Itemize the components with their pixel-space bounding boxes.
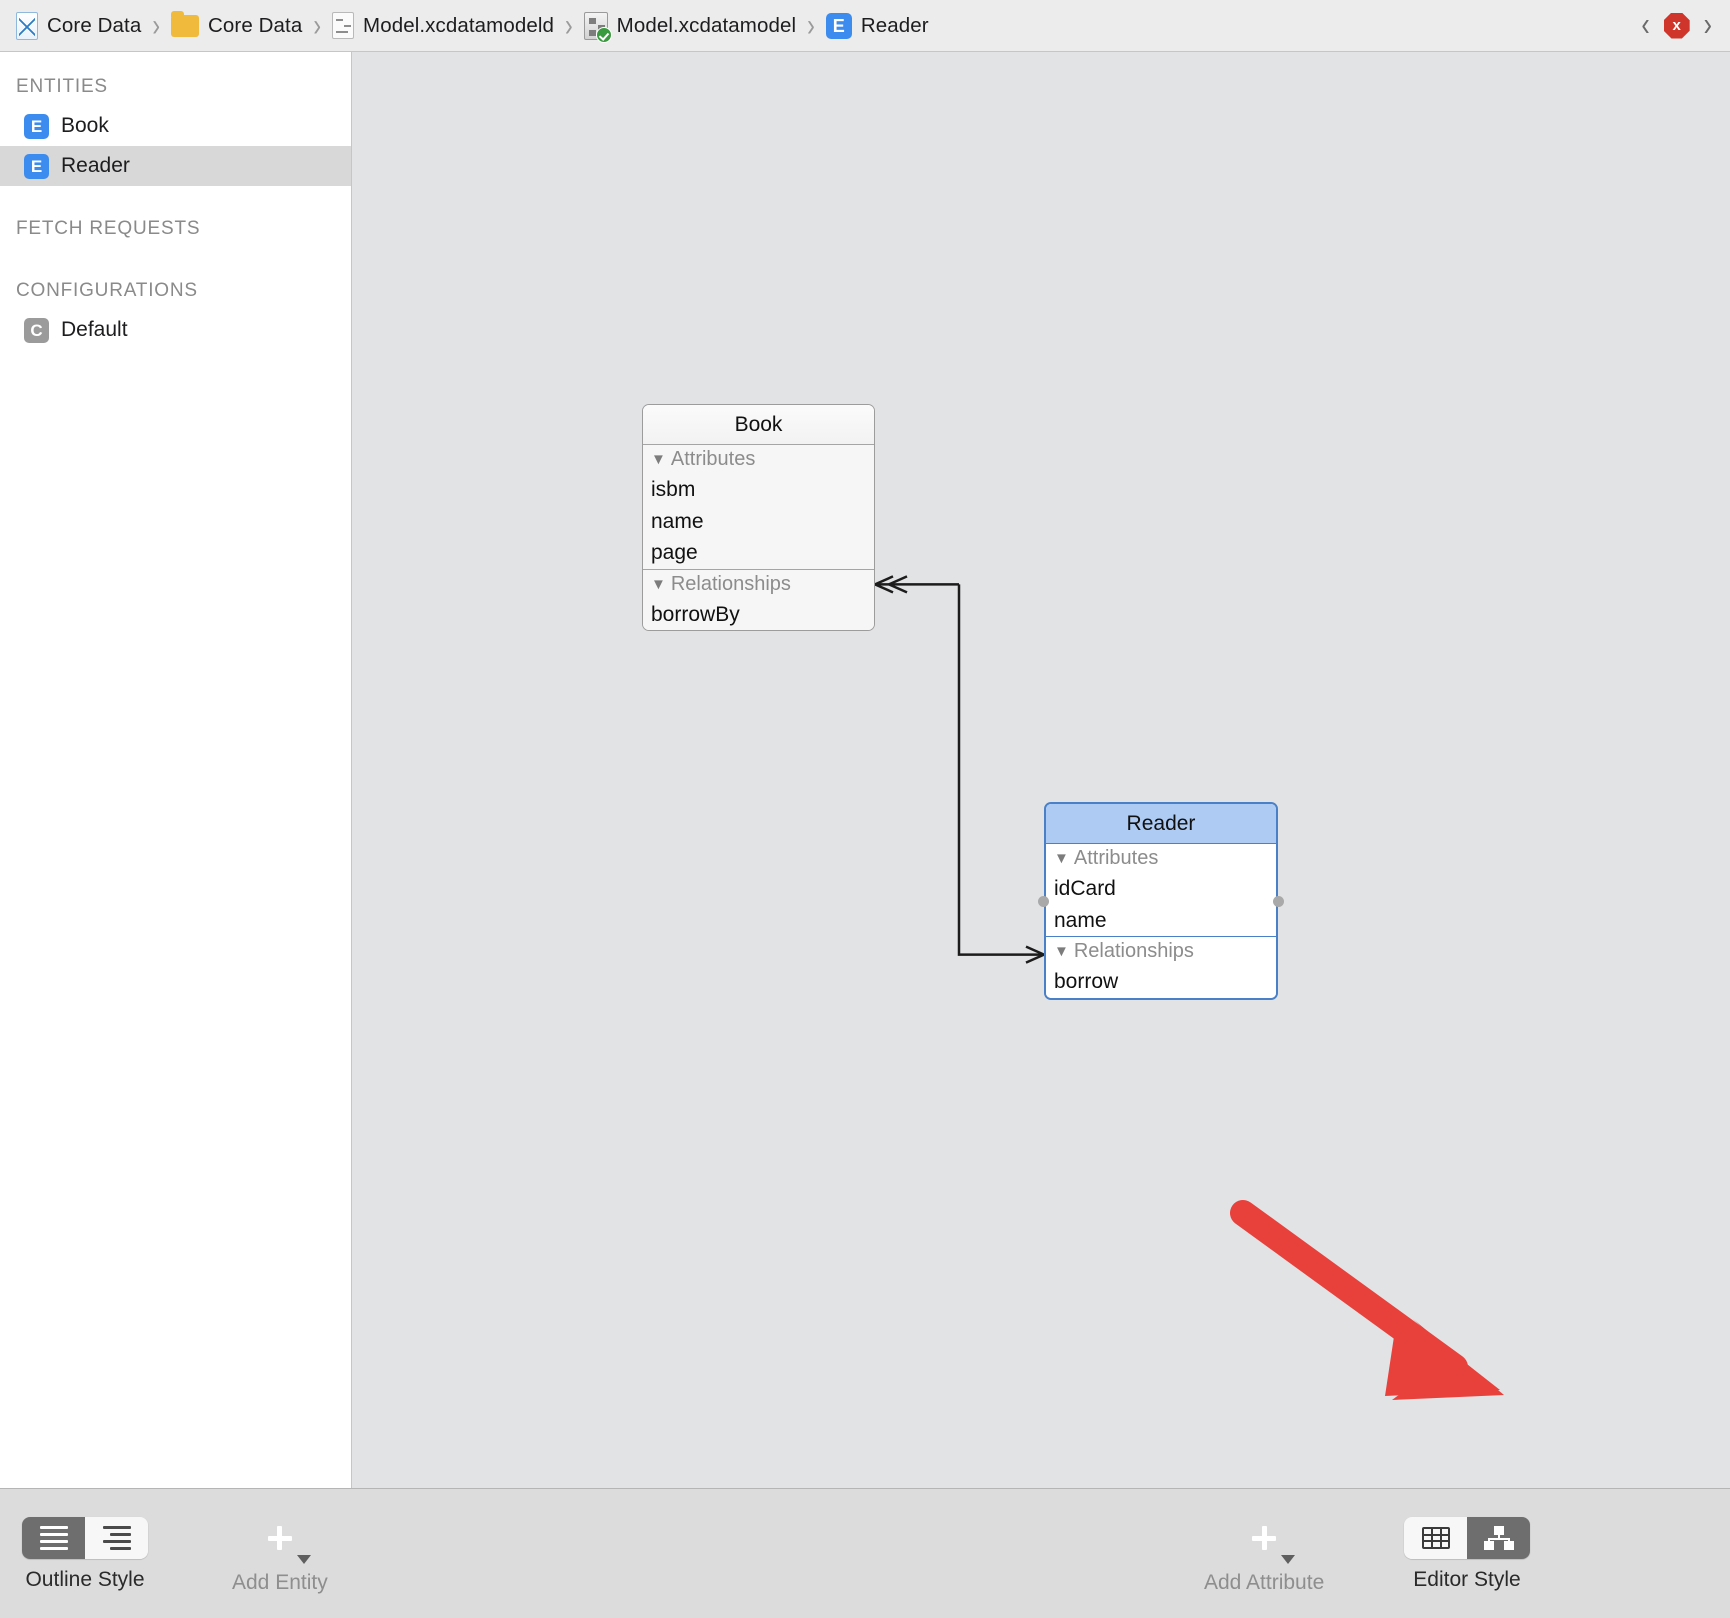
resize-handle-left[interactable] [1038, 895, 1049, 907]
add-entity-label: Add Entity [232, 1571, 328, 1594]
breadcrumb-separator-icon: › [313, 7, 322, 43]
chevron-down-icon[interactable] [1281, 1555, 1296, 1564]
entity-icon: E [24, 153, 49, 179]
error-badge-icon[interactable]: x [1663, 12, 1690, 39]
attribute-row[interactable]: idCard [1046, 873, 1276, 905]
sidebar-item-book[interactable]: E Book [0, 106, 351, 146]
chevron-down-icon[interactable]: ▼ [651, 452, 666, 467]
entity-attributes-group: ▼ Attributes idCard name [1046, 844, 1276, 938]
entity-box-book[interactable]: Book ▼ Attributes isbm name page ▼ Relat… [642, 404, 875, 632]
section-header-configurations: CONFIGURATIONS [16, 280, 198, 301]
section-header-fetch-requests: FETCH REQUESTS [16, 218, 201, 239]
entity-box-inner: Reader ▼ Attributes idCard name ▼ Relati… [1044, 802, 1278, 1000]
entity-box-title: Reader [1046, 804, 1276, 844]
editor-style-segmented-control[interactable] [1404, 1517, 1530, 1559]
attributes-section-label: Attributes [1073, 847, 1159, 869]
editor-bottom-toolbar: Outline Style Add Entity Add Attribute E… [0, 1488, 1730, 1618]
editor-style-label: Editor Style [1413, 1568, 1521, 1591]
navigate-forward-icon[interactable]: › [1704, 8, 1712, 43]
editor-style-graph-button[interactable] [1467, 1517, 1530, 1559]
breadcrumb-separator-icon: › [152, 7, 161, 43]
attribute-row[interactable]: name [643, 506, 874, 538]
add-attribute-label: Add Attribute [1204, 1571, 1325, 1594]
entity-relationships-group: ▼ Relationships borrowBy [643, 569, 874, 631]
breadcrumb-item-xcdatamodel[interactable]: Model.xcdatamodel [582, 11, 798, 43]
breadcrumb-bar: Core Data › Core Data › Model.xcdatamode… [0, 0, 1730, 52]
breadcrumb-separator-icon: › [807, 7, 815, 43]
breadcrumb-item-xcdatamodeld[interactable]: Model.xcdatamodeld [330, 12, 556, 39]
outline-style-flat-button[interactable] [22, 1517, 85, 1559]
relationship-row[interactable]: borrow [1046, 966, 1276, 998]
graph-hierarchy-icon [1483, 1526, 1514, 1550]
relationships-section-header[interactable]: ▼ Relationships [643, 570, 874, 599]
entity-graph-canvas[interactable]: Book ▼ Attributes isbm name page ▼ Relat… [352, 52, 1730, 1488]
outline-style-control-group: Outline Style [22, 1517, 148, 1590]
breadcrumb-label: Model.xcdatamodeld [363, 13, 554, 37]
sidebar-item-label: Default [61, 318, 128, 341]
current-version-check-icon [595, 26, 612, 43]
add-attribute-button[interactable] [1240, 1514, 1296, 1564]
hierarchical-list-icon [102, 1526, 131, 1550]
configuration-icon: C [24, 317, 49, 343]
breadcrumb-label: Reader [860, 13, 929, 37]
outline-style-hierarchical-button[interactable] [85, 1517, 148, 1559]
breadcrumb-label: Core Data [47, 13, 142, 37]
sidebar-item-default[interactable]: C Default [0, 310, 351, 350]
breadcrumb-right-controls: ‹ x › [1641, 8, 1716, 42]
editor-body: ENTITIES E Book E Reader FETCH REQUESTS … [0, 52, 1730, 1488]
editor-style-control-group: Editor Style [1404, 1517, 1530, 1590]
section-header-entities: ENTITIES [16, 76, 108, 97]
navigate-back-icon[interactable]: ‹ [1641, 8, 1649, 43]
entity-attributes-group: ▼ Attributes isbm name page [643, 445, 874, 570]
entity-icon: E [825, 12, 852, 39]
resize-handle-right[interactable] [1273, 895, 1284, 907]
attribute-row[interactable]: isbm [643, 474, 874, 506]
chevron-down-icon[interactable]: ▼ [1054, 944, 1069, 959]
attribute-row[interactable]: page [643, 537, 874, 569]
entity-box-inner: Book ▼ Attributes isbm name page ▼ Relat… [642, 404, 875, 632]
breadcrumb-label: Model.xcdatamodel [616, 13, 797, 37]
entity-box-reader[interactable]: Reader ▼ Attributes idCard name ▼ Relati… [1038, 802, 1284, 1000]
editor-style-table-button[interactable] [1404, 1517, 1467, 1559]
chevron-down-icon[interactable] [296, 1555, 311, 1564]
xcode-project-icon [16, 11, 38, 40]
attributes-section-header[interactable]: ▼ Attributes [1046, 844, 1276, 873]
outline-style-segmented-control[interactable] [22, 1517, 148, 1559]
breadcrumb: Core Data › Core Data › Model.xcdatamode… [14, 7, 1641, 43]
relationships-section-label: Relationships [1073, 940, 1194, 963]
sidebar-item-label: Reader [61, 154, 130, 177]
chevron-down-icon[interactable]: ▼ [651, 577, 666, 592]
relationship-connector [874, 575, 1045, 964]
folder-icon [171, 10, 200, 37]
add-entity-button[interactable] [256, 1514, 311, 1564]
relationship-row[interactable]: borrowBy [643, 599, 874, 631]
attributes-section-label: Attributes [670, 448, 756, 470]
chevron-down-icon[interactable]: ▼ [1054, 851, 1069, 866]
sidebar-item-label: Book [61, 114, 109, 137]
breadcrumb-item-entity[interactable]: E Reader [824, 12, 931, 39]
entity-icon: E [24, 113, 49, 139]
xcode-core-data-editor-window: Core Data › Core Data › Model.xcdatamode… [0, 0, 1730, 1618]
entity-relationships-group: ▼ Relationships borrow [1046, 937, 1276, 998]
sidebar-item-reader[interactable]: E Reader [0, 146, 351, 186]
breadcrumb-item-folder[interactable]: Core Data [169, 10, 304, 38]
model-outline-sidebar: ENTITIES E Book E Reader FETCH REQUESTS … [0, 52, 352, 1488]
relationships-section-label: Relationships [670, 572, 791, 595]
breadcrumb-separator-icon: › [565, 7, 573, 43]
breadcrumb-item-project[interactable]: Core Data [14, 11, 143, 40]
attributes-section-header[interactable]: ▼ Attributes [643, 445, 874, 474]
breadcrumb-label: Core Data [208, 13, 303, 37]
add-attribute-control-group: Add Attribute [1204, 1514, 1324, 1593]
datamodel-bundle-icon [332, 12, 355, 39]
add-entity-control-group: Add Entity [232, 1514, 328, 1593]
outline-style-label: Outline Style [25, 1568, 145, 1591]
datamodel-version-icon [583, 11, 612, 43]
relationships-section-header[interactable]: ▼ Relationships [1046, 937, 1276, 966]
flat-list-icon [39, 1526, 68, 1550]
attribute-row[interactable]: name [1046, 905, 1276, 937]
entity-box-title: Book [643, 405, 874, 445]
table-grid-icon [1421, 1527, 1450, 1549]
